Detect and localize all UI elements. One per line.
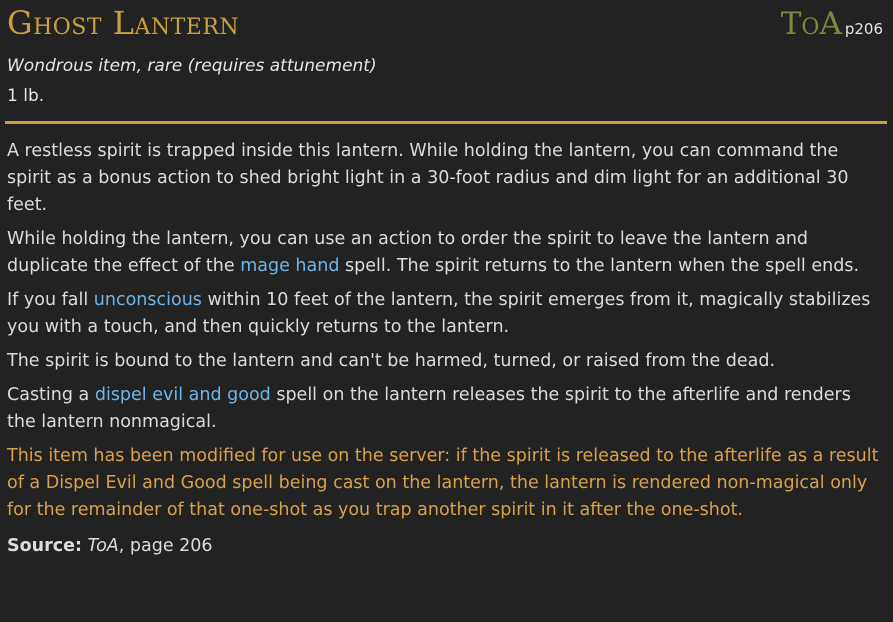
paragraph-text: Casting a — [7, 385, 95, 405]
header-divider — [5, 121, 887, 124]
source-book: ToA — [87, 536, 119, 556]
paragraph-text: If you fall — [7, 290, 94, 310]
note-text: This item has been modified for use on t… — [7, 446, 879, 520]
source-page: p206 — [844, 20, 883, 38]
unconscious-link[interactable]: unconscious — [94, 290, 202, 310]
description-paragraph: The spirit is bound to the lantern and c… — [7, 348, 883, 375]
item-description: A restless spirit is trapped inside this… — [7, 138, 883, 567]
source-abbr[interactable]: ToA — [781, 6, 842, 42]
item-title: Ghost Lantern — [7, 4, 240, 42]
dispel-evil-and-good-link[interactable]: dispel evil and good — [95, 385, 271, 405]
paragraph-text: spell. The spirit returns to the lantern… — [339, 256, 860, 276]
description-paragraph: While holding the lantern, you can use a… — [7, 226, 883, 280]
item-header: Ghost Lantern ToA p206 Wondrous item, rar… — [7, 4, 883, 116]
source-page-text: , page 206 — [118, 536, 213, 556]
description-paragraph: A restless spirit is trapped inside this… — [7, 138, 883, 219]
mage-hand-link[interactable]: mage hand — [240, 256, 339, 276]
source-label: Source: — [7, 536, 82, 556]
description-paragraph: Casting a dispel evil and good spell on … — [7, 382, 883, 436]
source-tag[interactable]: ToA p206 — [781, 6, 883, 42]
item-type: Wondrous item, rare (requires attunement… — [7, 56, 377, 76]
server-modification-note: This item has been modified for use on t… — [7, 443, 883, 524]
description-paragraph: If you fall unconscious within 10 feet o… — [7, 287, 883, 341]
source-line: Source: ToA, page 206 — [7, 533, 883, 560]
item-weight: 1 lb. — [7, 86, 45, 106]
paragraph-text: A restless spirit is trapped inside this… — [7, 141, 849, 215]
paragraph-text: The spirit is bound to the lantern and c… — [7, 351, 776, 371]
